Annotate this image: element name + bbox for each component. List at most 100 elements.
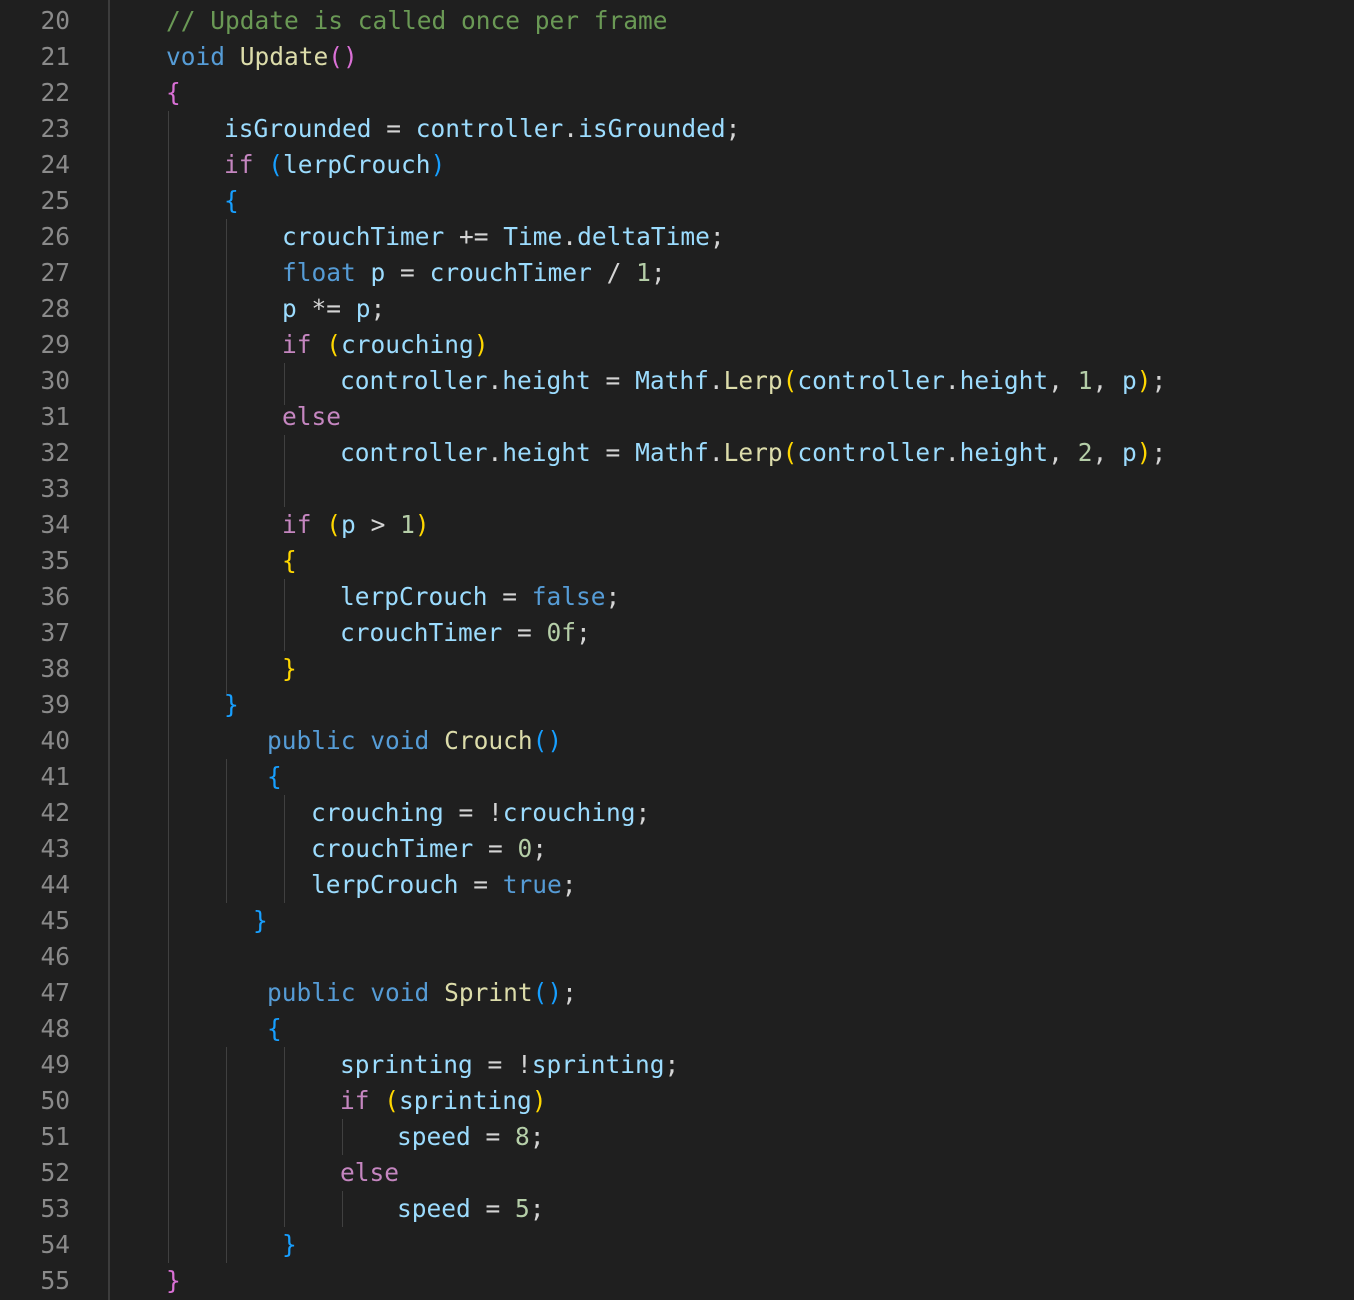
code-line[interactable]: else [0,399,1354,435]
code-line[interactable]: { [0,543,1354,579]
code-token: p [355,294,371,323]
code-token: = [470,1194,516,1223]
code-token: = [473,834,518,863]
code-line[interactable]: if (sprinting) [0,1083,1354,1119]
code-line[interactable]: crouching = !crouching; [0,795,1354,831]
code-line[interactable]: } [0,687,1354,723]
code-token: > [355,510,401,539]
code-line[interactable]: } [0,651,1354,687]
code-line[interactable]: crouchTimer = 0; [0,831,1354,867]
code-line[interactable]: if (p > 1) [0,507,1354,543]
code-line[interactable]: } [0,903,1354,939]
code-token: if [340,1086,370,1115]
code-token: 1 [400,510,415,539]
code-line[interactable]: { [0,759,1354,795]
code-line[interactable]: } [0,1227,1354,1263]
code-line[interactable]: void Update() [0,39,1354,75]
code-token: . [944,438,960,467]
code-token: ( [326,510,342,539]
code-line[interactable]: lerpCrouch = false; [0,579,1354,615]
code-token: ; [370,294,386,323]
code-editor[interactable]: 20 21 22 23 24 25 26 27 28 29 30 31 32 33 34 35 36 37 38 39… [0,0,1354,1300]
code-token: height [502,438,591,467]
code-line[interactable]: { [0,1011,1354,1047]
code-token: Crouch [444,726,533,755]
code-token: void [166,42,226,71]
code-token: ; [650,258,666,287]
code-line[interactable] [0,471,1354,507]
code-line[interactable]: float p = crouchTimer / 1; [0,255,1354,291]
code-line[interactable] [0,939,1354,975]
code-line[interactable]: else [0,1155,1354,1191]
code-line[interactable]: crouchTimer += Time.deltaTime; [0,219,1354,255]
code-token: crouching [341,330,474,359]
code-token: ; [635,798,651,827]
code-token: = [458,870,503,899]
code-token: crouchTimer [311,834,474,863]
code-line[interactable]: { [0,75,1354,111]
code-token: ; [605,582,621,611]
code-token: height [502,366,591,395]
code-line[interactable]: } [0,1263,1354,1299]
code-token: sprinting [399,1086,532,1115]
code-line[interactable]: speed = 5; [0,1191,1354,1227]
code-line[interactable]: lerpCrouch = true; [0,867,1354,903]
code-token: , [1048,366,1078,395]
code-token: Mathf [635,366,709,395]
code-token: } [282,654,297,683]
code-token: else [282,402,342,431]
code-token: , [1048,438,1078,467]
code-line[interactable]: isGrounded = controller.isGrounded; [0,111,1354,147]
code-token: () [532,978,563,1007]
code-area[interactable]: // Update is called once per frame void U… [0,3,1354,1299]
code-token: void [370,726,430,755]
code-token: if [282,510,312,539]
code-token: deltaTime [577,222,710,251]
code-token: isGrounded [224,114,372,143]
code-token: . [944,366,960,395]
code-token: ) [1136,366,1152,395]
code-line[interactable]: sprinting = !sprinting; [0,1047,1354,1083]
code-token: controller [797,366,945,395]
code-token: = [590,366,636,395]
code-line[interactable]: // Update is called once per frame [0,3,1354,39]
code-line[interactable]: speed = 8; [0,1119,1354,1155]
code-token: } [166,1266,181,1295]
code-line[interactable]: { [0,183,1354,219]
code-token: if [224,150,254,179]
code-token: speed [397,1194,471,1223]
code-token: lerpCrouch [283,150,431,179]
code-token: ( [782,438,798,467]
code-token: sprinting [340,1050,473,1079]
code-token: . [563,114,579,143]
code-token: p [1121,438,1137,467]
code-line[interactable]: controller.height = Mathf.Lerp(controlle… [0,363,1354,399]
code-token: = [470,1122,516,1151]
code-line[interactable]: p *= p; [0,291,1354,327]
code-line[interactable]: if (crouching) [0,327,1354,363]
code-line[interactable]: controller.height = Mathf.Lerp(controlle… [0,435,1354,471]
code-line[interactable]: crouchTimer = 0f; [0,615,1354,651]
code-line[interactable]: if (lerpCrouch) [0,147,1354,183]
code-token: } [282,1230,297,1259]
code-token: crouchTimer [282,222,445,251]
code-token: speed [397,1122,471,1151]
code-token: ) [1136,438,1152,467]
code-token: = [502,618,547,647]
code-line[interactable]: public void Sprint(); [0,975,1354,1011]
code-line[interactable]: public void Crouch() [0,723,1354,759]
code-token: true [502,870,562,899]
code-token: ; [1151,438,1167,467]
code-token: sprinting [531,1050,665,1079]
code-token: height [959,366,1049,395]
code-token: float [282,258,356,287]
code-token: crouchTimer [429,258,592,287]
code-token: 0 [517,834,533,863]
code-token: 5 [515,1194,530,1223]
